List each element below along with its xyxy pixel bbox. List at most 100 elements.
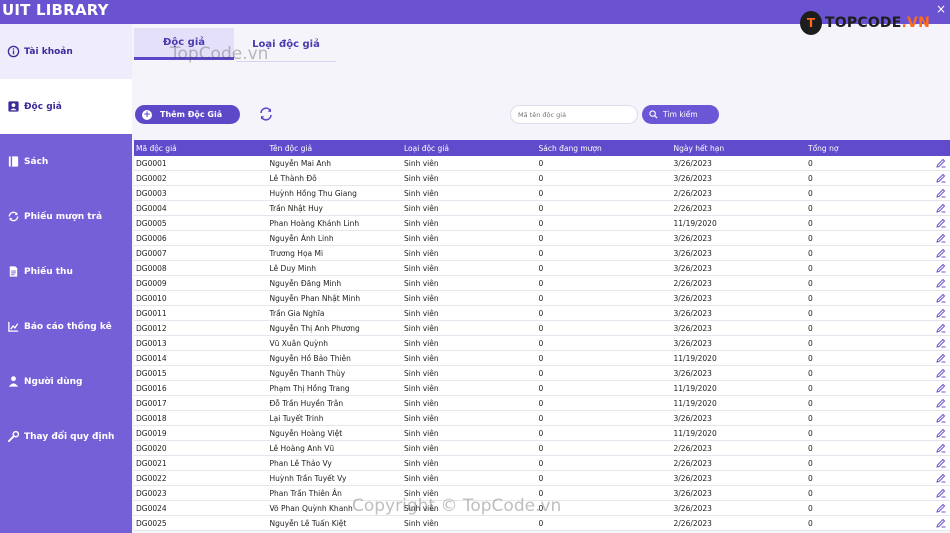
edit-icon[interactable] <box>936 503 946 513</box>
column-header[interactable]: Loại độc giả <box>403 144 538 153</box>
edit-icon[interactable] <box>936 398 946 408</box>
reader-id-cell: DG0007 <box>136 248 167 258</box>
table-row[interactable]: DG0005 Phan Hoàng Khánh Linh Sinh viên 0 11/… <box>134 216 950 231</box>
column-header[interactable]: Ngày hết hạn <box>673 144 808 153</box>
table-row[interactable]: DG0019 Nguyễn Hoàng Việt Sinh viên 0 11/19/2… <box>134 426 950 441</box>
edit-icon[interactable] <box>936 428 946 438</box>
table-row[interactable]: DG0018 Lại Tuyết Trinh Sinh viên 0 3/26/2023… <box>134 411 950 426</box>
edit-icon[interactable] <box>936 443 946 453</box>
edit-icon[interactable] <box>936 278 946 288</box>
edit-icon[interactable] <box>936 368 946 378</box>
edit-icon[interactable] <box>936 308 946 318</box>
reader-type-cell: Sinh viên <box>404 458 439 468</box>
edit-icon[interactable] <box>936 263 946 273</box>
reader-type-cell: Sinh viên <box>404 488 439 498</box>
edit-icon[interactable] <box>936 248 946 258</box>
readers-table: Mã độc giả Tên độc giả Loại độc giả Sách… <box>134 140 950 531</box>
sidebar-item-label: Phiếu thu <box>24 266 73 277</box>
reader-id-cell: DG0022 <box>136 473 167 483</box>
table-row[interactable]: DG0012 Nguyễn Thị Anh Phương Sinh viên 0 3/2… <box>134 321 950 336</box>
sidebar-item-doc-gia[interactable]: Độc giả <box>0 79 132 134</box>
table-row[interactable]: DG0017 Đỗ Trần Huyền Trân Sinh viên 0 11/19/… <box>134 396 950 411</box>
close-window-button[interactable]: × <box>936 2 946 16</box>
table-row[interactable]: DG0001 Nguyễn Mai Anh Sinh viên 0 3/26/2023 0 <box>134 156 950 171</box>
reader-type-cell: Sinh viên <box>404 368 439 378</box>
edit-icon[interactable] <box>936 518 946 528</box>
edit-icon[interactable] <box>936 353 946 363</box>
borrowed-count-cell: 0 <box>538 278 544 288</box>
edit-icon[interactable] <box>936 473 946 483</box>
table-row[interactable]: DG0007 Trương Họa Mi Sinh viên 0 3/26/2023 0 <box>134 246 950 261</box>
reader-id-cell: DG0006 <box>136 233 167 243</box>
edit-icon[interactable] <box>936 383 946 393</box>
edit-icon[interactable] <box>936 338 946 348</box>
sidebar-item-sach[interactable]: Sách <box>0 134 132 189</box>
table-row[interactable]: DG0009 Nguyễn Đăng Minh Sinh viên 0 2/26/202… <box>134 276 950 291</box>
table-row[interactable]: DG0006 Nguyễn Ánh Linh Sinh viên 0 3/26/2023… <box>134 231 950 246</box>
tab-doc-gia[interactable]: Độc giả <box>134 28 234 60</box>
sidebar-item-phieu-thu[interactable]: Phiếu thu <box>0 244 132 299</box>
sidebar-item-thay-doi-quy-dinh[interactable]: Thay đổi quy định <box>0 409 132 464</box>
row-actions <box>932 503 950 513</box>
table-row[interactable]: DG0021 Phan Lê Thảo Vy Sinh viên 0 2/26/2023… <box>134 456 950 471</box>
sidebar-item-bao-cao-thong-ke[interactable]: Báo cáo thống kê <box>0 299 132 354</box>
table-row[interactable]: DG0023 Phan Trần Thiên Ân Sinh viên 0 3/26/2… <box>134 486 950 501</box>
reader-id-cell: DG0002 <box>136 173 167 183</box>
refresh-button[interactable] <box>258 106 274 122</box>
total-debt-cell: 0 <box>808 383 813 393</box>
edit-icon[interactable] <box>936 188 946 198</box>
borrowed-count-cell: 0 <box>538 398 544 408</box>
table-row[interactable]: DG0014 Nguyễn Hồ Bảo Thiên Sinh viên 0 11/19… <box>134 351 950 366</box>
expiry-date-cell: 2/26/2023 <box>673 458 712 468</box>
edit-icon[interactable] <box>936 233 946 243</box>
reader-id-cell: DG0016 <box>136 383 167 393</box>
edit-icon[interactable] <box>936 458 946 468</box>
sidebar-item-phieu-muon-tra[interactable]: Phiếu mượn trả <box>0 189 132 244</box>
table-row[interactable]: DG0020 Lê Hoàng Anh Vũ Sinh viên 0 2/26/2023… <box>134 441 950 456</box>
add-reader-label: Thêm Độc Giả <box>160 110 223 119</box>
reader-type-cell: Sinh viên <box>404 278 439 288</box>
table-row[interactable]: DG0008 Lê Duy Minh Sinh viên 0 3/26/2023 0 <box>134 261 950 276</box>
search-button[interactable]: Tìm kiếm <box>642 105 719 124</box>
table-row[interactable]: DG0002 Lê Thành Đô Sinh viên 0 3/26/2023 0 <box>134 171 950 186</box>
borrowed-count-cell: 0 <box>538 428 544 438</box>
sidebar-item-tai-khoan[interactable]: Tài khoản <box>0 24 132 79</box>
expiry-date-cell: 11/19/2020 <box>673 383 717 393</box>
document-icon <box>7 265 20 278</box>
edit-icon[interactable] <box>936 173 946 183</box>
reader-type-cell: Sinh viên <box>404 428 439 438</box>
table-row[interactable]: DG0003 Huỳnh Hồng Thu Giang Sinh viên 0 2/26… <box>134 186 950 201</box>
table-row[interactable]: DG0025 Nguyễn Lê Tuấn Kiệt Sinh viên 0 2/26/… <box>134 516 950 531</box>
edit-icon[interactable] <box>936 323 946 333</box>
search-input[interactable] <box>510 105 638 124</box>
table-row[interactable]: DG0024 Võ Phan Quỳnh Khanh Sinh viên 0 3/26/… <box>134 501 950 516</box>
sidebar-item-label: Độc giả <box>24 101 62 112</box>
table-row[interactable]: DG0022 Huỳnh Trần Tuyết Vy Sinh viên 0 3/26/… <box>134 471 950 486</box>
table-row[interactable]: DG0010 Nguyễn Phan Nhật Minh Sinh viên 0 3/2… <box>134 291 950 306</box>
search-icon <box>649 110 658 119</box>
table-row[interactable]: DG0016 Phạm Thị Hồng Trang Sinh viên 0 11/19… <box>134 381 950 396</box>
edit-icon[interactable] <box>936 158 946 168</box>
table-row[interactable]: DG0011 Trần Gia Nghĩa Sinh viên 0 3/26/2023 0 <box>134 306 950 321</box>
edit-icon[interactable] <box>936 203 946 213</box>
reader-type-cell: Sinh viên <box>404 248 439 258</box>
table-row[interactable]: DG0013 Vũ Xuân Quỳnh Sinh viên 0 3/26/2023 0 <box>134 336 950 351</box>
app-title: UIT LIBRARY <box>2 1 109 19</box>
edit-icon[interactable] <box>936 218 946 228</box>
reader-type-cell: Sinh viên <box>404 503 439 513</box>
borrowed-count-cell: 0 <box>538 383 544 393</box>
table-row[interactable]: DG0015 Nguyễn Thanh Thùy Sinh viên 0 3/26/20… <box>134 366 950 381</box>
edit-icon[interactable] <box>936 413 946 423</box>
column-header[interactable]: Mã độc giả <box>134 144 269 153</box>
edit-icon[interactable] <box>936 293 946 303</box>
column-header[interactable]: Tổng nợ <box>807 144 932 153</box>
column-header[interactable]: Tên độc giả <box>269 144 404 153</box>
column-header[interactable]: Sách đang mượn <box>538 144 673 153</box>
reader-name-cell: Nguyễn Ánh Linh <box>269 233 334 243</box>
tab-loai-doc-gia[interactable]: Loại độc giả <box>236 28 336 60</box>
edit-icon[interactable] <box>936 488 946 498</box>
reader-type-cell: Sinh viên <box>404 308 439 318</box>
add-reader-button[interactable]: + Thêm Độc Giả <box>135 105 240 124</box>
sidebar-item-nguoi-dung[interactable]: Người dùng <box>0 354 132 409</box>
table-row[interactable]: DG0004 Trần Nhật Huy Sinh viên 0 2/26/2023 0 <box>134 201 950 216</box>
